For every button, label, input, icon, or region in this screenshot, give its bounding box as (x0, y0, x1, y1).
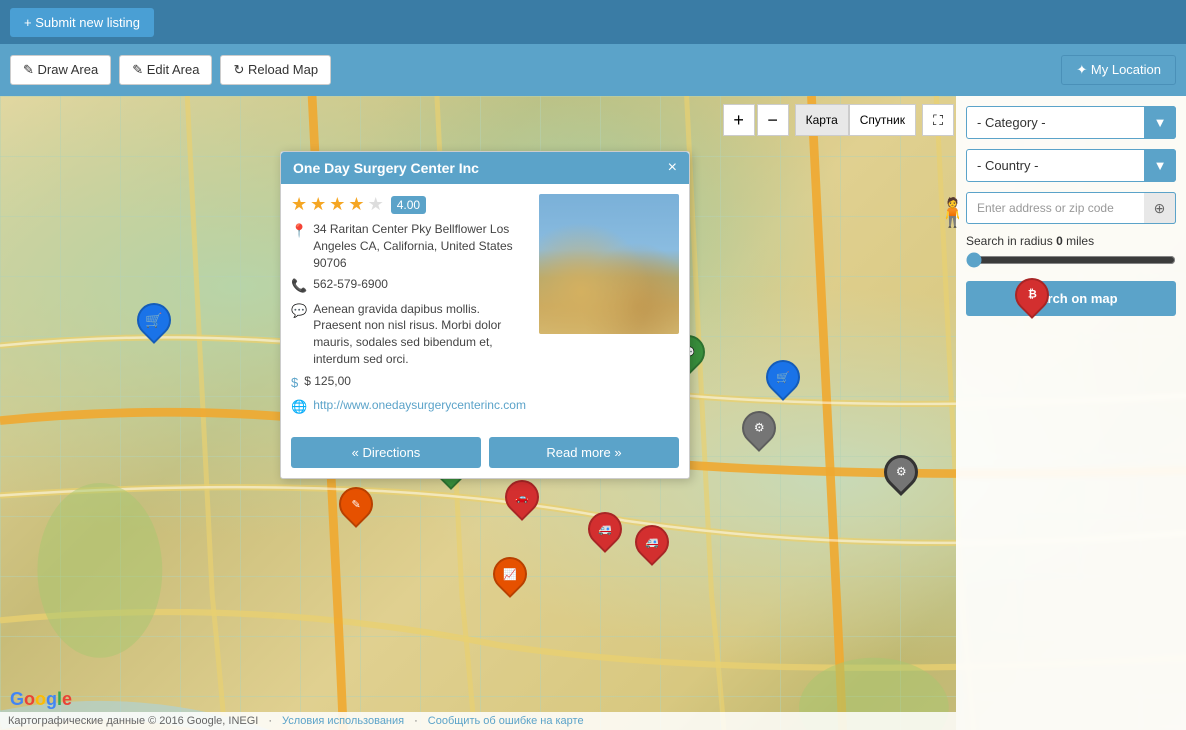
map-type-buttons: Карта Спутник (795, 104, 916, 136)
country-filter-wrapper: - Country - ▼ (966, 149, 1176, 182)
price-icon: $ (291, 374, 298, 392)
google-e: e (62, 689, 72, 710)
draw-area-button[interactable]: ✎ Draw Area (10, 55, 111, 85)
popup-website-link[interactable]: http://www.onedaysurgerycenterinc.com (313, 397, 526, 414)
phone-icon: 📞 (291, 277, 307, 295)
google-o2: o (35, 689, 46, 710)
country-select[interactable]: - Country - (966, 149, 1176, 182)
popup-price: $ 125,00 (304, 373, 351, 390)
popup-description: Aenean gravida dapibus mollis. Praesent … (313, 301, 529, 368)
google-o1: o (24, 689, 35, 710)
map-pin[interactable]: ₿ (1015, 278, 1049, 312)
map-pin[interactable]: ⚙ (884, 455, 918, 489)
star-3: ★ (329, 194, 345, 215)
fullscreen-button[interactable]: ⛶ (922, 104, 954, 136)
map-pin[interactable]: 🚑 (635, 525, 669, 559)
info-popup: One Day Surgery Center Inc × ★ ★ ★ ★ ★ 4… (280, 151, 690, 479)
report-link[interactable]: Сообщить об ошибке на карте (428, 715, 584, 727)
popup-body: ★ ★ ★ ★ ★ 4.00 📍 34 Raritan Center Pky B… (281, 184, 689, 431)
radius-container: Search in radius 0 miles (966, 234, 1176, 271)
address-input-wrapper: ⊕ (966, 192, 1176, 224)
globe-icon: 🌐 (291, 398, 307, 416)
popup-website-row[interactable]: 🌐 http://www.onedaysurgerycenterinc.com (291, 397, 529, 416)
zoom-out-button[interactable]: − (757, 104, 789, 136)
radius-label: Search in radius 0 miles (966, 234, 1176, 248)
popup-address: 34 Raritan Center Pky Bellflower Los Ang… (313, 221, 529, 271)
google-g: G (10, 689, 24, 710)
main-container: 🛒 ₿ 💬 🛒 ₿ (0, 96, 1186, 730)
map-pin[interactable]: 🚑 (588, 512, 622, 546)
comment-icon: 💬 (291, 302, 307, 320)
popup-price-row: $ $ 125,00 (291, 373, 529, 392)
zoom-in-button[interactable]: + (723, 104, 755, 136)
popup-header: One Day Surgery Center Inc × (281, 152, 689, 184)
star-1: ★ (291, 194, 307, 215)
map-type-satellite-button[interactable]: Спутник (849, 104, 916, 136)
popup-description-row: 💬 Aenean gravida dapibus mollis. Praesen… (291, 301, 529, 368)
popup-stars: ★ ★ ★ ★ ★ 4.00 (291, 194, 529, 215)
popup-actions: « Directions Read more » (281, 431, 689, 478)
map-pin[interactable]: ✎ (339, 487, 373, 521)
search-map-button[interactable]: Search on map (966, 281, 1176, 316)
map-type-map-button[interactable]: Карта (795, 104, 849, 136)
popup-close-button[interactable]: × (668, 160, 677, 176)
reload-map-button[interactable]: ↻ Reload Map (220, 55, 331, 85)
directions-button[interactable]: « Directions (291, 437, 481, 468)
address-target-button[interactable]: ⊕ (1144, 192, 1176, 224)
popup-title: One Day Surgery Center Inc (293, 160, 479, 176)
popup-phone: 562-579-6900 (313, 276, 388, 293)
edit-area-button[interactable]: ✎ Edit Area (119, 55, 212, 85)
radius-slider[interactable] (966, 252, 1176, 268)
terms-link[interactable]: Условия использования (282, 715, 404, 727)
popup-address-row: 📍 34 Raritan Center Pky Bellflower Los A… (291, 221, 529, 271)
submit-listing-button[interactable]: + Submit new listing (10, 8, 154, 37)
map-pin[interactable]: 🚗 (505, 480, 539, 514)
google-logo: Google (10, 689, 72, 710)
star-2: ★ (310, 194, 326, 215)
read-more-button[interactable]: Read more » (489, 437, 679, 468)
map-pin[interactable]: ⚙ (742, 411, 776, 445)
map-pin[interactable]: 🛒 (137, 303, 171, 337)
street-view-icon[interactable]: 🧍 (935, 196, 970, 229)
footer-separator: · (268, 715, 272, 727)
location-icon: 📍 (291, 222, 307, 240)
star-5: ★ (368, 194, 384, 215)
map-pin[interactable]: 🛒 (766, 360, 800, 394)
category-select[interactable]: - Category - (966, 106, 1176, 139)
map-copyright: Картографические данные © 2016 Google, I… (8, 715, 258, 727)
popup-image (539, 194, 679, 334)
map-footer: Картографические данные © 2016 Google, I… (0, 712, 956, 730)
top-bar: + Submit new listing (0, 0, 1186, 44)
map-pin[interactable]: 📈 (493, 557, 527, 591)
popup-phone-row: 📞 562-579-6900 (291, 276, 529, 295)
my-location-button[interactable]: ✦ My Location (1061, 55, 1176, 85)
footer-separator2: · (414, 715, 418, 727)
right-panel: - Category - ▼ - Country - ▼ ⊕ Search in… (956, 96, 1186, 730)
rating-badge: 4.00 (391, 196, 426, 214)
star-4: ★ (348, 194, 364, 215)
popup-info: ★ ★ ★ ★ ★ 4.00 📍 34 Raritan Center Pky B… (291, 194, 529, 421)
popup-image-inner (539, 194, 679, 334)
google-g2: g (46, 689, 57, 710)
map-overlay-controls: + − Карта Спутник ⛶ (723, 104, 954, 136)
category-filter-wrapper: - Category - ▼ (966, 106, 1176, 139)
map-toolbar: ✎ Draw Area ✎ Edit Area ↻ Reload Map ✦ M… (0, 44, 1186, 96)
radius-value: 0 (1056, 234, 1063, 248)
